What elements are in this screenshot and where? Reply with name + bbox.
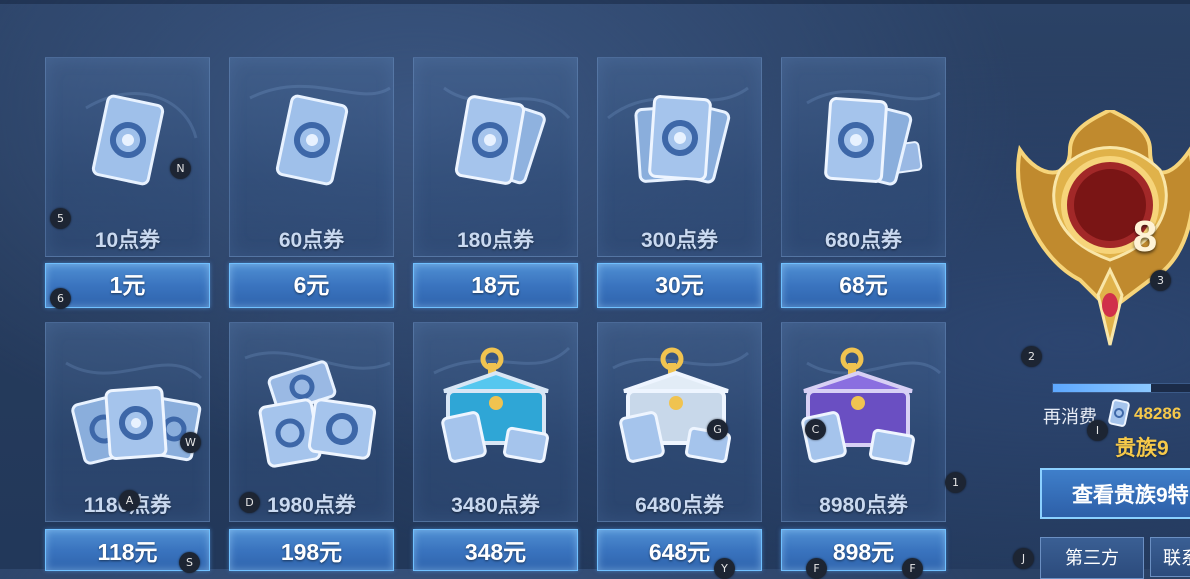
view-vip-privileges-button[interactable]: 查看贵族9特 <box>1040 468 1190 519</box>
ticket-heap-icon <box>258 360 377 468</box>
buy-button-648[interactable]: 648元 <box>597 529 762 571</box>
voucher-coin-icon <box>1108 399 1130 427</box>
voucher-grid: 10点券 1元 60点券 6元 180点券 18元 300点券 30元 680点… <box>0 0 950 571</box>
product-card-8980[interactable]: 8980点券 <box>781 322 946 522</box>
product-card-60[interactable]: 60点券 <box>229 57 394 257</box>
ticket-pile-icon <box>71 386 202 465</box>
product-card-300[interactable]: 300点券 <box>597 57 762 257</box>
marker-label: S <box>179 552 200 573</box>
marker-label: 6 <box>50 288 71 309</box>
voucher-amount: 180点券 <box>456 229 535 252</box>
voucher-amount: 6480点券 <box>635 494 724 517</box>
buy-button-30[interactable]: 30元 <box>597 263 762 308</box>
marker-label: N <box>170 158 191 179</box>
marker-label: I <box>1087 420 1108 441</box>
purple-chest-icon <box>801 347 915 466</box>
product-card-180[interactable]: 180点券 <box>413 57 578 257</box>
marker-label: A <box>119 490 140 511</box>
marker-label: 1 <box>945 472 966 493</box>
ticket-stack-icon <box>824 97 923 186</box>
contact-button[interactable]: 联系 <box>1150 537 1190 577</box>
voucher-amount: 60点券 <box>278 229 345 252</box>
buy-button-68[interactable]: 68元 <box>781 263 946 308</box>
marker-label: 3 <box>1150 270 1171 291</box>
ticket-pair-icon <box>454 95 546 185</box>
single-ticket-icon <box>275 94 349 186</box>
voucher-amount: 300点券 <box>640 229 719 252</box>
third-party-button[interactable]: 第三方 <box>1040 537 1144 579</box>
product-card-680[interactable]: 680点券 <box>781 57 946 257</box>
marker-label: W <box>180 432 201 453</box>
marker-label: D <box>239 492 260 513</box>
marker-label: J <box>1013 548 1034 569</box>
marker-label: G <box>707 419 728 440</box>
spend-amount: 48286 <box>1134 404 1182 423</box>
voucher-amount: 10点券 <box>94 229 161 252</box>
vip-level-number: 8 <box>1132 212 1158 261</box>
marker-label: C <box>805 419 826 440</box>
buy-button-18[interactable]: 18元 <box>413 263 578 308</box>
marker-label: 2 <box>1021 346 1042 367</box>
buy-button-348[interactable]: 348元 <box>413 529 578 571</box>
vip-progress-bar <box>1052 383 1190 393</box>
product-card-10[interactable]: 10点券 <box>45 57 210 257</box>
product-card-6480[interactable]: 6480点券 <box>597 322 762 522</box>
ticket-fan-icon <box>634 95 731 184</box>
voucher-amount: 3480点券 <box>451 494 540 517</box>
voucher-amount: 680点券 <box>824 229 903 252</box>
buy-button-198[interactable]: 198元 <box>229 529 394 571</box>
buy-button-6[interactable]: 6元 <box>229 263 394 308</box>
marker-label: 5 <box>50 208 71 229</box>
product-card-3480[interactable]: 3480点券 <box>413 322 578 522</box>
voucher-amount: 8980点券 <box>819 494 908 517</box>
vip-progress-fill <box>1053 384 1151 392</box>
single-ticket-icon <box>91 94 165 186</box>
blue-chest-icon <box>441 347 549 464</box>
silver-chest-icon <box>619 347 731 464</box>
next-vip-level: 贵族9 <box>1115 437 1169 460</box>
